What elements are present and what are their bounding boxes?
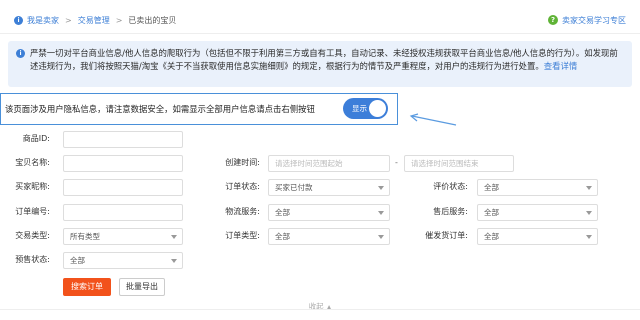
urge-order-label: 催发货订单:: [425, 231, 468, 240]
logistics-select[interactable]: 全部: [268, 204, 390, 221]
order-status-label: 订单状态:: [225, 182, 260, 191]
pointer-arrow-icon: [409, 113, 457, 126]
created-time-label: 创建时间:: [225, 158, 260, 167]
review-status-value: 全部: [484, 183, 499, 192]
chevron-down-icon: [586, 235, 592, 239]
chevron-down-icon: [171, 259, 177, 263]
created-time-end[interactable]: 请选择时间范围结束: [404, 155, 514, 172]
item-name-label: 宝贝名称:: [15, 158, 50, 167]
date-range-separator: -: [395, 158, 398, 167]
divider: [0, 309, 640, 310]
urge-order-select[interactable]: 全部: [477, 228, 598, 245]
logistics-value: 全部: [275, 208, 290, 217]
notice-more-link[interactable]: 查看详情: [544, 61, 578, 71]
collapse-toggle[interactable]: 收起 ▲: [0, 301, 640, 312]
trade-type-value: 所有类型: [70, 232, 100, 241]
chevron-down-icon: [171, 235, 177, 239]
presale-status-value: 全部: [70, 256, 85, 265]
toggle-label: 显示: [352, 104, 367, 113]
order-no-label: 订单编号:: [15, 207, 50, 216]
chevron-down-icon: [378, 186, 384, 190]
breadcrumb-separator: >: [65, 15, 72, 25]
order-type-label: 订单类型:: [225, 231, 260, 240]
notice-text: 严禁一切对平台商业信息/他人信息的爬取行为（包括但不限于利用第三方或自有工具，自…: [30, 48, 618, 71]
after-sale-label: 售后服务:: [433, 207, 468, 216]
info-icon: i: [16, 49, 25, 58]
item-id-label: 商品ID:: [22, 134, 50, 143]
order-no-input[interactable]: [63, 204, 183, 221]
breadcrumb-seller[interactable]: 我是卖家: [27, 15, 59, 26]
breadcrumb-separator: >: [115, 15, 123, 25]
notice-banner: i 严禁一切对平台商业信息/他人信息的爬取行为（包括但不限于利用第三方或自有工具…: [8, 41, 632, 87]
privacy-notice: 该页面涉及用户隐私信息，请注意数据安全，如需显示全部用户信息请点击右侧按钮 显示: [0, 93, 398, 125]
item-id-input[interactable]: [63, 131, 183, 148]
batch-export-button[interactable]: 批量导出: [119, 278, 165, 296]
toggle-knob: [369, 100, 386, 117]
order-type-value: 全部: [275, 232, 290, 241]
order-status-select[interactable]: 买家已付款: [268, 179, 390, 196]
chevron-down-icon: [378, 235, 384, 239]
after-sale-select[interactable]: 全部: [477, 204, 598, 221]
chevron-down-icon: [586, 211, 592, 215]
question-icon: ?: [548, 15, 558, 25]
info-icon: i: [14, 15, 23, 25]
order-type-select[interactable]: 全部: [268, 228, 390, 245]
buyer-nick-label: 买家昵称:: [15, 182, 50, 191]
show-info-toggle[interactable]: 显示: [343, 98, 388, 119]
item-name-input[interactable]: [63, 155, 183, 172]
order-status-value: 买家已付款: [275, 183, 313, 192]
divider: [0, 33, 640, 34]
chevron-down-icon: [586, 186, 592, 190]
breadcrumb-trade-management[interactable]: 交易管理: [78, 15, 110, 26]
breadcrumb-current: 已卖出的宝贝: [128, 15, 177, 25]
buyer-nick-input[interactable]: [63, 179, 183, 196]
trade-type-label: 交易类型:: [15, 231, 50, 240]
trade-type-select[interactable]: 所有类型: [63, 228, 183, 245]
review-status-label: 评价状态:: [433, 182, 468, 191]
created-time-start[interactable]: 请选择时间范围起始: [268, 155, 390, 172]
after-sale-value: 全部: [484, 208, 499, 217]
urge-order-value: 全部: [484, 232, 499, 241]
presale-status-select[interactable]: 全部: [63, 252, 183, 269]
search-orders-button[interactable]: 搜索订单: [63, 278, 111, 296]
chevron-down-icon: [378, 211, 384, 215]
review-status-select[interactable]: 全部: [477, 179, 598, 196]
logistics-label: 物流服务:: [225, 207, 260, 216]
privacy-text: 该页面涉及用户隐私信息，请注意数据安全，如需显示全部用户信息请点击右侧按钮: [5, 104, 315, 114]
help-link[interactable]: ? 卖家交易学习专区: [548, 13, 626, 27]
breadcrumb: i 我是卖家 > 交易管理 > 已卖出的宝贝: [14, 13, 176, 27]
help-link-text[interactable]: 卖家交易学习专区: [562, 15, 626, 26]
presale-status-label: 预售状态:: [15, 255, 50, 264]
